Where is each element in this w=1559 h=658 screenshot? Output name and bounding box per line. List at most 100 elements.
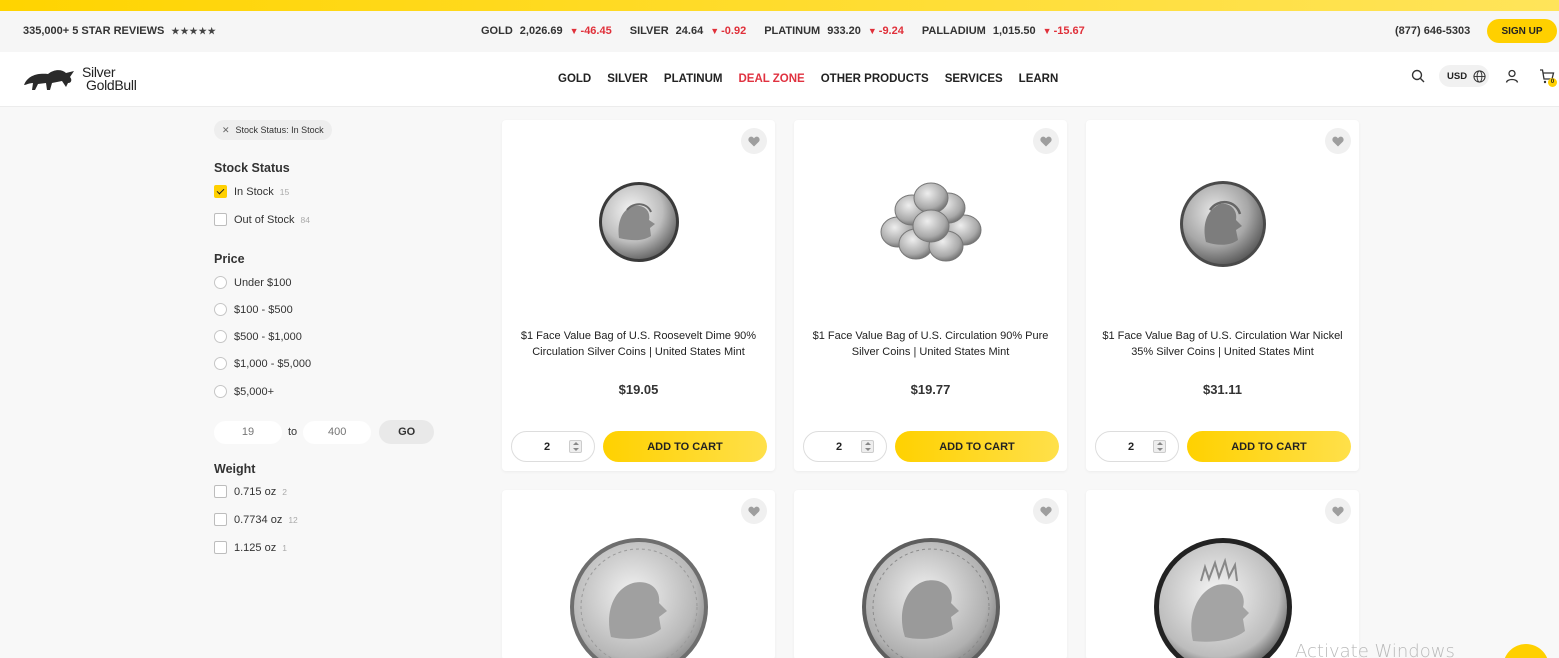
change-value: -46.45 xyxy=(580,25,612,37)
filter-weight[interactable]: 0.7734 oz 12 xyxy=(214,513,298,526)
currency-label: USD xyxy=(1447,70,1468,82)
go-button[interactable]: GO xyxy=(379,420,435,444)
ticker-bar: 335,000+ 5 STAR REVIEWS ★★★★★ GOLD 2,026… xyxy=(0,11,1559,52)
metal-name: PLATINUM xyxy=(764,25,821,37)
down-arrow-icon: ▼ xyxy=(1042,26,1052,36)
sign-up-button[interactable]: SIGN UP xyxy=(1487,19,1557,43)
active-filter-chip[interactable]: ✕ Stock Status: In Stock xyxy=(214,120,332,140)
filter-out-of-stock[interactable]: Out of Stock 84 xyxy=(214,213,310,226)
spinner-icon[interactable] xyxy=(861,440,874,453)
price-option[interactable]: $1,000 - $5,000 xyxy=(214,357,311,370)
price-label: $5,000+ xyxy=(234,385,275,398)
add-to-cart-button[interactable]: ADD TO CART xyxy=(895,431,1059,462)
checkbox[interactable] xyxy=(214,513,227,526)
filter-in-stock[interactable]: In Stock 15 xyxy=(214,185,289,198)
checkbox[interactable] xyxy=(214,213,227,226)
radio-button[interactable] xyxy=(214,276,227,289)
nav-gold[interactable]: GOLD xyxy=(558,73,591,85)
product-card[interactable]: $1 Face Value Bag of U.S. Circulation 90… xyxy=(794,120,1067,471)
filter-count: 12 xyxy=(288,514,298,525)
range-to-label: to xyxy=(288,426,298,438)
checkbox[interactable] xyxy=(214,485,227,498)
nav-silver[interactable]: SILVER xyxy=(607,73,648,85)
spinner-icon[interactable] xyxy=(1153,440,1166,453)
heart-icon[interactable] xyxy=(741,498,767,524)
product-card[interactable]: $1 Face Value Bag of U.S. Circulation Wa… xyxy=(1086,120,1359,471)
quantity-stepper[interactable]: 2 xyxy=(803,431,887,462)
metal-name: SILVER xyxy=(629,25,669,37)
checkbox[interactable] xyxy=(214,185,227,198)
product-card[interactable] xyxy=(1086,490,1359,658)
price-range: to GO xyxy=(214,420,435,444)
product-image[interactable] xyxy=(1086,180,1359,270)
down-arrow-icon: ▼ xyxy=(710,26,720,36)
product-card[interactable]: $1 Face Value Bag of U.S. Roosevelt Dime… xyxy=(502,120,775,471)
spot-price-silver[interactable]: SILVER 24.64 ▼ -0.92 xyxy=(630,25,746,37)
checkbox[interactable] xyxy=(214,541,227,554)
heart-icon[interactable] xyxy=(741,128,767,154)
metal-price: 24.64 xyxy=(675,25,704,37)
weight-heading: Weight xyxy=(214,462,256,476)
logo-wordmark: Silver GoldBull xyxy=(82,65,137,92)
quantity-stepper[interactable]: 2 xyxy=(1095,431,1179,462)
star-rating-icon: ★★★★★ xyxy=(171,26,217,36)
currency-selector[interactable]: USD xyxy=(1439,65,1489,87)
add-to-cart-button[interactable]: ADD TO CART xyxy=(1187,431,1351,462)
min-price-input[interactable] xyxy=(214,420,282,444)
product-image[interactable] xyxy=(861,537,1001,658)
product-title[interactable]: $1 Face Value Bag of U.S. Circulation 90… xyxy=(808,328,1053,360)
radio-button[interactable] xyxy=(214,303,227,316)
price-heading: Price xyxy=(214,252,245,266)
radio-button[interactable] xyxy=(214,330,227,343)
nav-platinum[interactable]: PLATINUM xyxy=(664,73,723,85)
add-to-cart-button[interactable]: ADD TO CART xyxy=(603,431,767,462)
heart-icon[interactable] xyxy=(1325,128,1351,154)
spinner-icon[interactable] xyxy=(569,440,582,453)
radio-button[interactable] xyxy=(214,385,227,398)
max-price-input[interactable] xyxy=(303,420,372,444)
quantity-value: 2 xyxy=(836,441,843,453)
site-logo[interactable]: Silver GoldBull xyxy=(22,65,137,93)
user-icon[interactable] xyxy=(1505,69,1519,88)
price-option[interactable]: $100 - $500 xyxy=(214,303,293,316)
price-option[interactable]: $500 - $1,000 xyxy=(214,330,302,343)
price-option[interactable]: Under $100 xyxy=(214,276,292,289)
search-icon[interactable] xyxy=(1411,69,1425,88)
product-image[interactable] xyxy=(569,537,709,658)
spot-price-palladium[interactable]: PALLADIUM 1,015.50 ▼ -15.67 xyxy=(922,25,1085,37)
product-title[interactable]: $1 Face Value Bag of U.S. Roosevelt Dime… xyxy=(516,328,761,360)
heart-icon[interactable] xyxy=(1033,498,1059,524)
heart-icon[interactable] xyxy=(1033,128,1059,154)
product-image[interactable] xyxy=(1153,537,1293,658)
close-icon[interactable]: ✕ xyxy=(222,125,230,136)
filter-weight[interactable]: 0.715 oz 2 xyxy=(214,485,287,498)
nav-other-products[interactable]: OTHER PRODUCTS xyxy=(821,73,929,85)
metal-change: ▼ -15.67 xyxy=(1043,25,1085,37)
nav-deal-zone[interactable]: DEAL ZONE xyxy=(738,73,804,85)
spot-price-platinum[interactable]: PLATINUM 933.20 ▼ -9.24 xyxy=(764,25,904,37)
nav-services[interactable]: SERVICES xyxy=(945,73,1003,85)
price-option[interactable]: $5,000+ xyxy=(214,385,274,398)
filter-label: Out of Stock xyxy=(234,213,295,226)
product-card[interactable] xyxy=(502,490,775,658)
filter-count: 2 xyxy=(282,486,287,497)
metal-name: PALLADIUM xyxy=(921,25,986,37)
metal-price: 1,015.50 xyxy=(992,25,1036,37)
phone-link[interactable]: (877) 646-5303 xyxy=(1395,25,1470,37)
radio-button[interactable] xyxy=(214,357,227,370)
product-image[interactable] xyxy=(502,180,775,264)
chat-widget-button[interactable] xyxy=(1503,644,1549,658)
spot-price-gold[interactable]: GOLD 2,026.69 ▼ -46.45 xyxy=(481,25,612,37)
morgan-dollar-image xyxy=(862,538,1000,658)
filter-weight[interactable]: 1.125 oz 1 xyxy=(214,541,287,554)
metal-price: 2,026.69 xyxy=(519,25,563,37)
product-title[interactable]: $1 Face Value Bag of U.S. Circulation Wa… xyxy=(1100,328,1345,360)
reviews-badge[interactable]: 335,000+ 5 STAR REVIEWS ★★★★★ xyxy=(23,25,217,37)
cart-icon[interactable]: 0 xyxy=(1539,69,1557,89)
os-watermark: Activate Windows xyxy=(1295,641,1455,658)
heart-icon[interactable] xyxy=(1325,498,1351,524)
quantity-stepper[interactable]: 2 xyxy=(511,431,595,462)
product-card[interactable] xyxy=(794,490,1067,658)
nav-learn[interactable]: LEARN xyxy=(1019,73,1059,85)
product-image[interactable] xyxy=(794,180,1067,270)
